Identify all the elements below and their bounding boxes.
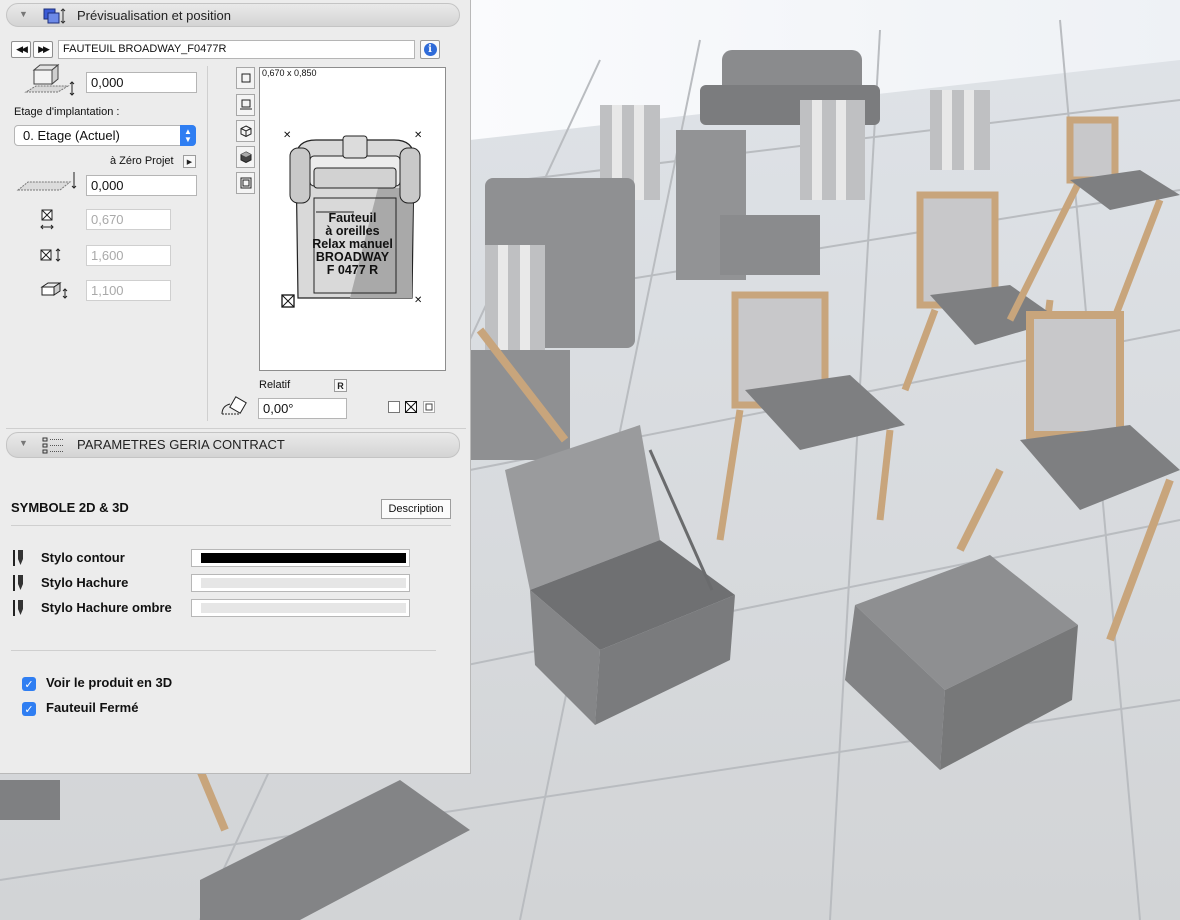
description-button[interactable]: Description: [381, 499, 451, 519]
pen-shadow-hatch-label: Stylo Hachure ombre: [41, 600, 172, 615]
closed-chair-checkbox[interactable]: ✓: [22, 702, 36, 716]
next-object-button[interactable]: ▶▶: [33, 41, 53, 58]
pen-color-swatch: [201, 578, 406, 588]
striped-armchair: [930, 90, 990, 170]
object-name-field[interactable]: FAUTEUIL BROADWAY_F0477R: [58, 40, 415, 59]
info-icon: i: [423, 43, 437, 56]
side-view-icon: [239, 99, 252, 110]
show-3d-checkbox[interactable]: ✓: [22, 677, 36, 691]
height-icon: [40, 281, 68, 302]
mirror-toggle-dotted[interactable]: [423, 401, 435, 413]
depth-input[interactable]: 1,600: [86, 245, 171, 266]
show-3d-label: Voir le produit en 3D: [46, 675, 173, 690]
params-section-title: PARAMETRES GERIA CONTRACT: [77, 437, 285, 452]
zero-project-label: à Zéro Projet: [110, 155, 174, 167]
width-input[interactable]: 0,670: [86, 209, 171, 230]
mirror-toggle-none[interactable]: [388, 401, 400, 413]
closed-chair-label: Fauteuil Fermé: [46, 700, 139, 715]
hotspot-cross-icon: ✕: [283, 130, 292, 141]
relatif-label: Relatif: [259, 379, 291, 391]
symbol-heading: SYMBOLE 2D & 3D: [11, 500, 129, 515]
object-settings-panel: ▼ Prévisualisation et position ◀◀ ▶▶ FAU…: [0, 0, 471, 774]
floor-label: Etage d'implantation :: [14, 106, 120, 118]
preview-dimensions: 0,670 x 0,850: [262, 68, 317, 78]
zero-project-input[interactable]: 0,000: [86, 175, 197, 196]
pen-shadow-hatch-selector[interactable]: [191, 599, 410, 617]
hotspot-cross-icon: ✕: [414, 130, 423, 141]
cube-wire-icon: [240, 125, 251, 137]
zero-level-icon: [16, 170, 80, 197]
pen-color-swatch: [201, 603, 406, 613]
view-side-button[interactable]: [236, 94, 255, 116]
collapse-triangle-icon[interactable]: ▼: [19, 438, 28, 448]
heading-divider: [11, 525, 451, 526]
section-divider: [6, 428, 466, 429]
column-divider: [207, 66, 208, 421]
square-view-icon: [241, 73, 250, 83]
pen-contour-selector[interactable]: [191, 549, 410, 567]
preview-position-icon: [41, 7, 67, 28]
view-3d-shaded-button[interactable]: [236, 146, 255, 168]
dotted-box-icon: [423, 401, 435, 413]
cube-solid-icon: [240, 151, 251, 163]
info-button[interactable]: i: [420, 40, 440, 59]
pen-icon: [12, 549, 26, 570]
pen-contour-label: Stylo contour: [41, 550, 125, 565]
pen-color-swatch: [201, 553, 406, 563]
pen-icon: [12, 599, 26, 620]
width-icon: [40, 208, 54, 235]
mirror-toggle-cross[interactable]: [404, 400, 418, 414]
zero-project-arrow-button[interactable]: ▶: [183, 155, 196, 168]
pen-hatch-selector[interactable]: [191, 574, 410, 592]
collapse-triangle-icon[interactable]: ▼: [19, 9, 28, 19]
preview-object-text: Fauteuil à oreilles Relax manuel BROADWA…: [300, 212, 405, 277]
preview-section-header[interactable]: ▼ Prévisualisation et position: [6, 3, 460, 27]
depth-icon: [40, 248, 64, 265]
view-render-button[interactable]: [236, 172, 255, 194]
elevation-icon: [22, 62, 78, 105]
floor-select[interactable]: 0. Etage (Actuel) ▲ ▼: [14, 125, 196, 146]
preview-text-line: F 0477 R: [326, 263, 379, 277]
preview-section-title: Prévisualisation et position: [77, 8, 231, 23]
preview-canvas: 0,670 x 0,850 Fauteuil à oreilles Relax …: [259, 67, 446, 371]
film-icon: [240, 177, 251, 189]
parameters-list-icon: [41, 437, 65, 458]
previous-object-button[interactable]: ◀◀: [11, 41, 31, 58]
pen-icon: [12, 574, 26, 595]
view-2d-button[interactable]: [236, 67, 255, 89]
rotation-angle-input[interactable]: 0,00°: [258, 398, 347, 419]
elevation-input[interactable]: 0,000: [86, 72, 197, 93]
params-section-header[interactable]: ▼ PARAMETRES GERIA CONTRACT: [6, 432, 460, 458]
striped-armchair: [800, 100, 865, 200]
pen-hatch-label: Stylo Hachure: [41, 575, 129, 590]
relatif-button[interactable]: R: [334, 379, 347, 392]
floor-select-value: 0. Etage (Actuel): [23, 128, 120, 143]
options-divider: [11, 650, 436, 651]
hotspot-cross-icon: ✕: [414, 295, 423, 306]
height-input[interactable]: 1,100: [86, 280, 171, 301]
view-3d-wire-button[interactable]: [236, 120, 255, 142]
rotation-icon: [220, 394, 252, 421]
cross-box-icon: [404, 400, 418, 414]
anchor-point-icon[interactable]: [281, 294, 295, 311]
select-arrows-icon: ▲ ▼: [180, 125, 196, 146]
